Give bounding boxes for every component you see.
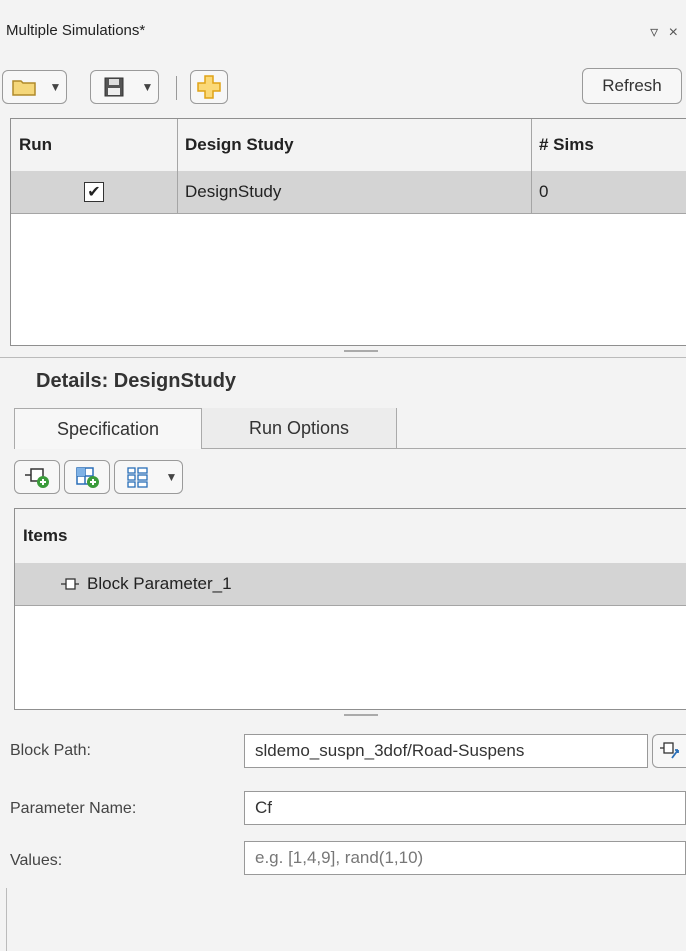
parameter-name-field[interactable]: Cf xyxy=(244,791,686,825)
open-folder-dropdown[interactable]: ▼ xyxy=(45,70,67,104)
list-item[interactable]: Block Parameter_1 xyxy=(15,563,686,606)
block-path-field[interactable]: sldemo_suspn_3dof/Road-Suspens xyxy=(244,734,648,768)
combination-grid-icon xyxy=(127,467,148,488)
tab-run-options[interactable]: Run Options xyxy=(202,408,397,448)
column-header-sims[interactable]: # Sims xyxy=(531,119,686,171)
panel-title: Multiple Simulations* xyxy=(6,22,146,39)
parameter-name-label: Parameter Name: xyxy=(10,800,137,817)
sims-cell: 0 xyxy=(539,182,549,201)
splitter-handle[interactable] xyxy=(344,714,378,716)
select-block-icon xyxy=(659,742,679,759)
values-field[interactable]: e.g. [1,4,9], rand(1,10) xyxy=(244,841,686,875)
run-checkbox[interactable]: ✔ xyxy=(84,182,104,202)
add-block-parameter-button[interactable] xyxy=(14,460,60,494)
open-folder-button[interactable] xyxy=(2,70,46,104)
design-study-cell: DesignStudy xyxy=(185,182,282,201)
layout-options-button[interactable] xyxy=(114,460,162,494)
add-variable-button[interactable] xyxy=(64,460,110,494)
save-button[interactable] xyxy=(90,70,138,104)
folder-icon xyxy=(12,80,36,96)
values-label: Values: xyxy=(10,852,63,869)
item-label: Block Parameter_1 xyxy=(87,574,232,593)
block-parameter-icon xyxy=(61,578,79,590)
panel-title-controls: ▿︎ × xyxy=(650,22,678,42)
splitter-handle[interactable] xyxy=(344,350,378,352)
item-cell: Block Parameter_1 xyxy=(59,563,686,605)
grid-add-icon xyxy=(76,467,99,488)
add-design-study-button[interactable] xyxy=(190,70,228,104)
details-title: Details: DesignStudy xyxy=(36,370,237,392)
save-dropdown[interactable]: ▼ xyxy=(137,70,159,104)
block-path-label: Block Path: xyxy=(10,742,91,759)
tab-specification[interactable]: Specification xyxy=(14,408,202,449)
block-parameter-add-icon xyxy=(25,468,49,488)
layout-options-dropdown[interactable]: ▼ xyxy=(161,460,183,494)
refresh-button[interactable]: Refresh xyxy=(582,68,682,104)
details-tabs: Specification Run Options xyxy=(14,408,686,449)
column-header-design-study[interactable]: Design Study xyxy=(177,119,531,171)
save-icon xyxy=(104,77,124,97)
section-divider xyxy=(0,357,686,358)
items-header: Items xyxy=(15,509,686,564)
run-cell[interactable]: ✔ xyxy=(11,171,177,213)
table-header: Run Design Study # Sims xyxy=(11,119,686,172)
options-menu-icon[interactable]: ▿︎ xyxy=(650,24,658,41)
design-studies-table: Run Design Study # Sims ✔ DesignStudy 0 xyxy=(10,118,686,346)
items-table: Items Block Parameter_1 xyxy=(14,508,686,710)
close-icon[interactable]: × xyxy=(669,24,678,41)
select-block-button[interactable] xyxy=(652,734,686,768)
table-row[interactable]: ✔ DesignStudy 0 xyxy=(11,171,686,214)
column-header-items[interactable]: Items xyxy=(15,509,686,563)
column-header-run[interactable]: Run xyxy=(11,119,177,171)
plus-icon xyxy=(197,75,221,99)
form-left-border xyxy=(6,888,7,951)
toolbar-separator xyxy=(176,76,177,100)
